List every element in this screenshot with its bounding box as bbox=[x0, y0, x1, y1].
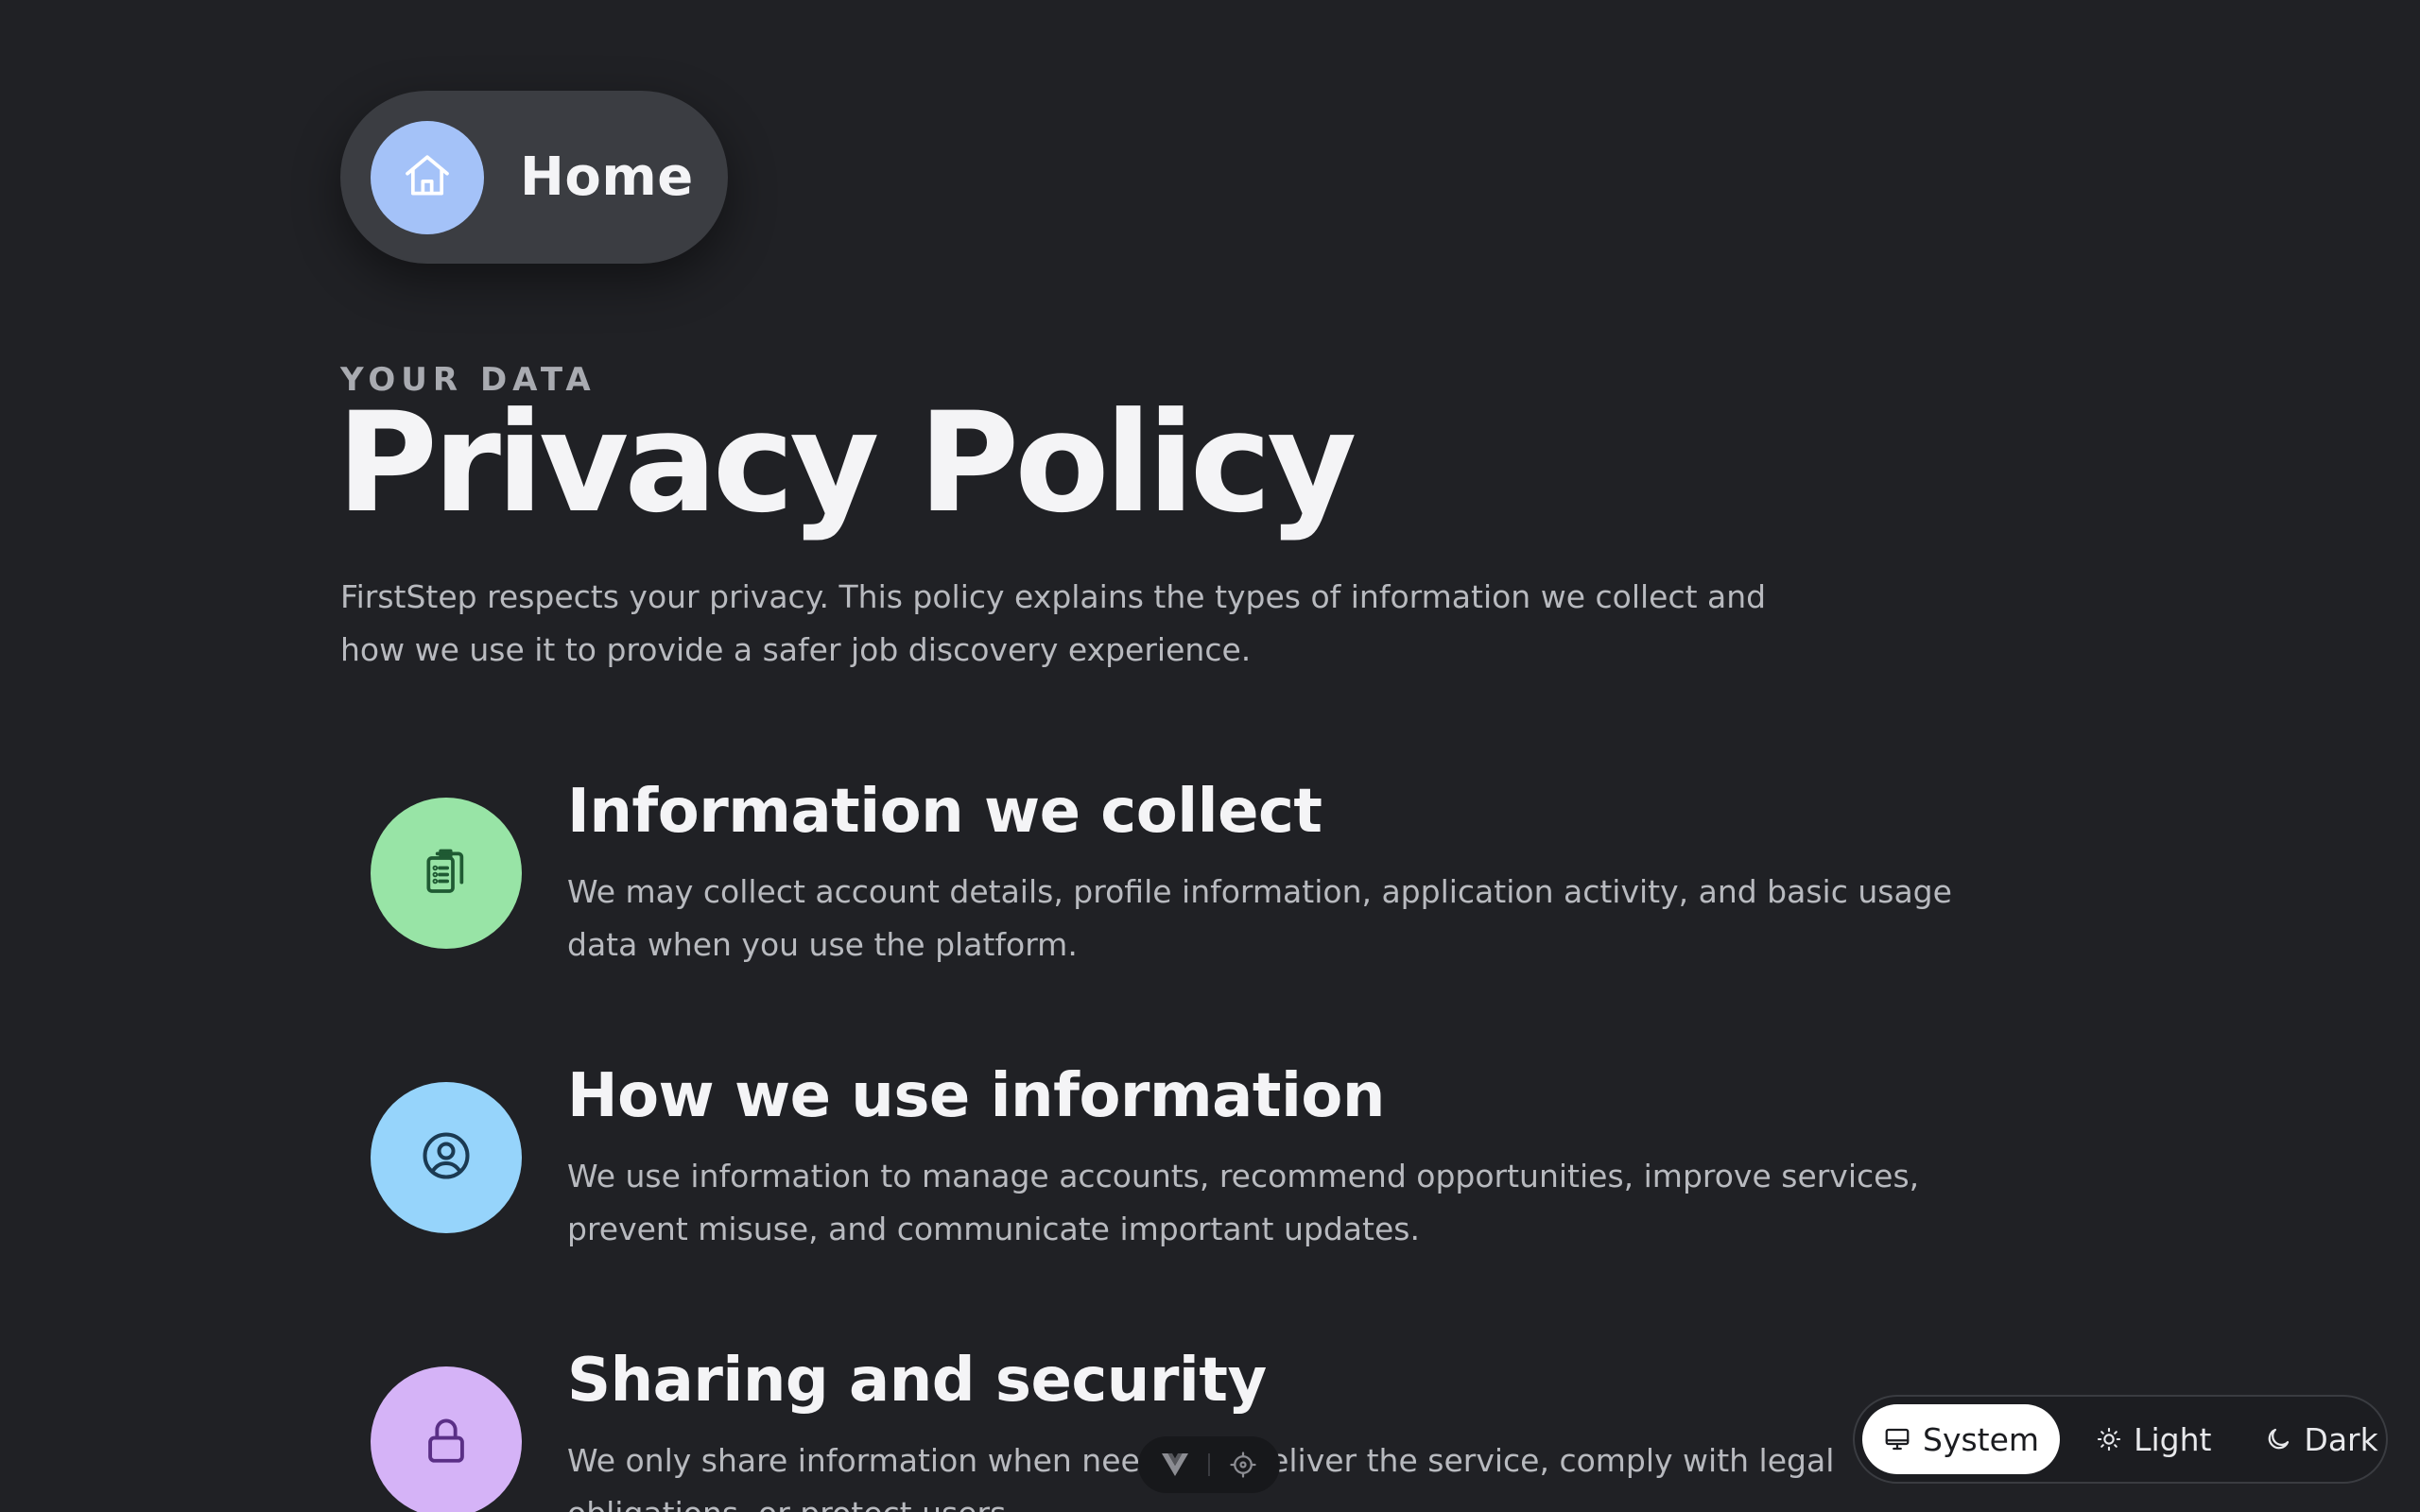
theme-option-label: Light bbox=[2134, 1420, 2212, 1458]
home-icon bbox=[401, 149, 454, 206]
home-label: Home bbox=[520, 146, 694, 208]
section-title: How we use information bbox=[567, 1061, 1385, 1131]
home-button[interactable]: Home bbox=[340, 91, 728, 264]
dev-toolbar bbox=[1138, 1436, 1280, 1493]
section-body: We use information to manage accounts, r… bbox=[567, 1158, 1920, 1247]
privacy-policy-page: Home YOUR DATA Privacy Policy FirstStep … bbox=[0, 0, 2420, 1512]
vue-logo-icon[interactable] bbox=[1161, 1452, 1189, 1477]
theme-option-light[interactable]: Light bbox=[2075, 1404, 2232, 1474]
crosshair-icon[interactable] bbox=[1229, 1451, 1257, 1479]
section-title: Sharing and security bbox=[567, 1346, 1267, 1416]
section-icon-badge bbox=[371, 1366, 522, 1512]
theme-option-dark[interactable]: Dark bbox=[2243, 1404, 2398, 1474]
theme-switcher: System Light Dark bbox=[1853, 1395, 2388, 1484]
lock-icon bbox=[419, 1413, 474, 1471]
section-icon-badge bbox=[371, 1082, 522, 1233]
section-body: We may collect account details, profile … bbox=[567, 873, 1952, 963]
theme-option-system[interactable]: System bbox=[1862, 1404, 2061, 1474]
sun-icon bbox=[2096, 1426, 2122, 1452]
user-circle-icon bbox=[418, 1127, 475, 1188]
theme-option-label: System bbox=[1923, 1420, 2040, 1458]
moon-icon bbox=[2264, 1425, 2292, 1453]
devbar-divider bbox=[1208, 1453, 1210, 1476]
home-icon-circle bbox=[371, 120, 484, 234]
section-icon-badge bbox=[371, 798, 522, 949]
intro-paragraph: FirstStep respects your privacy. This po… bbox=[340, 578, 1767, 668]
theme-option-label: Dark bbox=[2304, 1420, 2378, 1458]
section-title: Information we collect bbox=[567, 777, 1322, 847]
clipboard-icon bbox=[420, 845, 473, 902]
section-body: We only share information when needed to… bbox=[567, 1442, 1835, 1512]
monitor-icon bbox=[1883, 1425, 1911, 1453]
page-title: Privacy Policy bbox=[337, 383, 1357, 543]
